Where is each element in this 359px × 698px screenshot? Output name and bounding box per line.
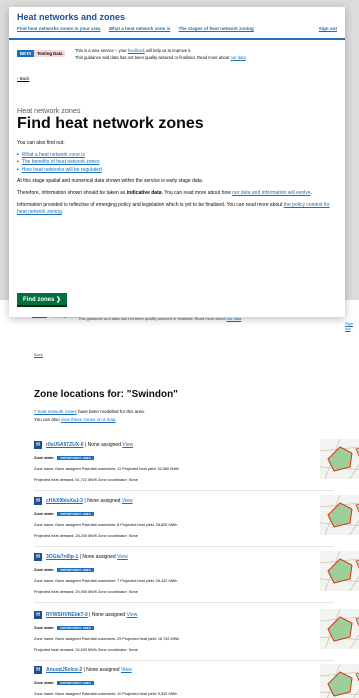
- zone-icon: H: [34, 441, 42, 449]
- zone-state-badge: OPPORTUNITY AREA: [57, 681, 95, 685]
- map-view-text: You can also view these zones on a map.: [34, 417, 117, 422]
- results-count: 7 heat network zones have been modelled …: [34, 409, 145, 414]
- indicative-data-text: Therefore, information shown should be t…: [17, 189, 312, 196]
- list-item: How heat networks will be regulated: [22, 167, 335, 175]
- divider: [34, 660, 334, 661]
- data-evolve-link[interactable]: our data and information will evolve: [232, 190, 310, 196]
- zone-view-link[interactable]: View: [122, 442, 133, 448]
- zone-view-link[interactable]: View: [127, 612, 138, 618]
- zone-list-item: H AnuodJ5olco-2 | None assigned View Zone …: [34, 664, 359, 698]
- zone-list-item: H RYWSHVREbkT-0 | None assigned View Zone …: [34, 609, 359, 669]
- zone-id-link[interactable]: RYWSHVREbkT-0: [46, 612, 88, 618]
- zone-id-link[interactable]: cHAX9btsXaJ-3: [46, 498, 83, 504]
- back-link[interactable]: ‹ Back: [17, 76, 29, 81]
- zone-heading: r0sU5A97ZUX-0 | None assigned View: [46, 442, 134, 448]
- zone-icon: H: [34, 666, 42, 674]
- testing-data-tag: Testing Data: [34, 50, 66, 57]
- zone-demand: Projected heat demand: 28,205 MWh Zone c…: [34, 534, 138, 538]
- zone-state-badge: OPPORTUNITY AREA: [57, 456, 95, 460]
- list-item: What a heat network zone is: [22, 152, 335, 160]
- regulation-link[interactable]: How heat networks will be regulated: [22, 167, 102, 173]
- zone-state-badge: OPPORTUNITY AREA: [57, 626, 95, 630]
- sign-out-link-bg[interactable]: Sign out: [345, 321, 359, 331]
- header-nav: Find heat networks zones in your area Wh…: [17, 26, 261, 31]
- zone-state: Zone state: OPPORTUNITY AREA: [34, 568, 95, 572]
- nav-what-is-zone[interactable]: What a heat network zone is: [109, 26, 171, 31]
- zone-id-link[interactable]: r0sU5A97ZUX-0: [46, 442, 84, 448]
- links-list: What a heat network zone is The benefits…: [17, 152, 335, 175]
- zone-map-thumbnail[interactable]: [320, 609, 359, 649]
- zone-list-item: H 3OGla7n6lp-1 | None assigned View Zone s…: [34, 551, 359, 611]
- results-page: BETA Testing Data This is a new service …: [0, 300, 359, 698]
- results-title: Zone locations for: "Swindon": [34, 389, 178, 400]
- policy-text: Information provided is reflective of em…: [17, 201, 330, 216]
- divider: [34, 490, 334, 491]
- zone-details: Zone name: None assigned Potential custo…: [34, 523, 178, 527]
- page-body: You can also find out: What a heat netwo…: [17, 140, 335, 221]
- zones-count-link[interactable]: 7 heat network zones: [34, 409, 77, 414]
- view-on-map-link[interactable]: view these zones on a map: [61, 417, 116, 422]
- zone-id-link[interactable]: AnuodJ5olco-2: [46, 667, 82, 673]
- nav-find-zones[interactable]: Find heat networks zones in your area: [17, 26, 100, 31]
- zone-icon: H: [34, 553, 42, 561]
- zone-demand: Projected heat demand: 25,905 MWh Zone c…: [34, 590, 138, 594]
- zone-icon: H: [34, 497, 42, 505]
- zone-state: Zone state: OPPORTUNITY AREA: [34, 512, 95, 516]
- intro-text: You can also find out:: [17, 140, 65, 146]
- benefits-link[interactable]: The benefits of heat network zones: [22, 159, 100, 165]
- zone-list-item: Hr0sU5A97ZUX-0 | None assigned View Zone …: [34, 439, 359, 499]
- zone-map-thumbnail[interactable]: [320, 664, 359, 698]
- page-title: Find heat network zones: [17, 115, 204, 132]
- list-item: The benefits of heat network zones: [22, 159, 335, 167]
- zone-map-thumbnail[interactable]: [320, 551, 359, 591]
- zone-id-link[interactable]: 3OGla7n6lp-1: [46, 554, 78, 560]
- feedback-link[interactable]: feedback: [128, 48, 145, 53]
- zone-map-thumbnail[interactable]: [320, 495, 359, 535]
- early-stage-text: At this stage spatial and numerical data…: [17, 178, 204, 185]
- zone-view-link[interactable]: View: [122, 498, 133, 504]
- zone-view-link[interactable]: View: [121, 667, 132, 673]
- divider: [34, 546, 334, 547]
- zone-demand: Projected heat demand: 51,721 MWh Zone c…: [34, 478, 138, 482]
- zone-details: Zone name: None assigned Potential custo…: [34, 692, 178, 696]
- sign-out-link[interactable]: Sign out: [319, 26, 337, 31]
- nav-stages[interactable]: The stages of heat network zoning: [179, 26, 254, 31]
- find-zones-page: Heat networks and zones Find heat networ…: [9, 7, 345, 317]
- zone-heading: RYWSHVREbkT-0 | None assigned View: [46, 612, 138, 618]
- zone-state: Zone state: OPPORTUNITY AREA: [34, 626, 95, 630]
- zone-map-thumbnail[interactable]: [320, 439, 359, 479]
- zone-list-item: HcHAX9btsXaJ-3 | None assigned View Zone …: [34, 495, 359, 555]
- zone-details: Zone name: None assigned Potential custo…: [34, 637, 180, 641]
- beta-tag: BETA: [17, 50, 35, 57]
- zone-heading: 3OGla7n6lp-1 | None assigned View: [46, 554, 128, 560]
- page-caption: Heat network zones: [17, 106, 81, 115]
- zone-state-badge: OPPORTUNITY AREA: [57, 568, 95, 572]
- zone-heading: cHAX9btsXaJ-3 | None assigned View: [46, 498, 133, 504]
- site-header: Heat networks and zones Find heat networ…: [9, 7, 345, 40]
- chevron-right-icon: ❯: [56, 297, 62, 303]
- zone-heading: AnuodJ5olco-2 | None assigned View: [46, 667, 132, 673]
- zone-state: Zone state: OPPORTUNITY AREA: [34, 681, 95, 685]
- phase-banner-text: This is a new service – your feedback wi…: [75, 48, 248, 60]
- zone-state: Zone state: OPPORTUNITY AREA: [34, 456, 95, 460]
- service-name[interactable]: Heat networks and zones: [17, 12, 125, 22]
- our-data-link[interactable]: our data: [231, 55, 246, 60]
- what-is-zone-link[interactable]: What a heat network zone is: [22, 152, 85, 158]
- back-link-bg[interactable]: Back: [34, 352, 43, 357]
- zone-icon: H: [34, 611, 42, 619]
- zone-details: Zone name: None assigned Potential custo…: [34, 579, 178, 583]
- phase-banner: BETA Testing Data This is a new service …: [17, 47, 343, 65]
- zone-demand: Projected heat demand: 24,539 MWh Zone c…: [34, 648, 138, 652]
- zone-state-badge: OPPORTUNITY AREA: [57, 512, 95, 516]
- zone-view-link[interactable]: View: [117, 554, 128, 560]
- zone-details: Zone name: None assigned Potential custo…: [34, 467, 180, 471]
- find-zones-button[interactable]: Find zones ❯: [17, 293, 68, 307]
- divider: [34, 602, 334, 603]
